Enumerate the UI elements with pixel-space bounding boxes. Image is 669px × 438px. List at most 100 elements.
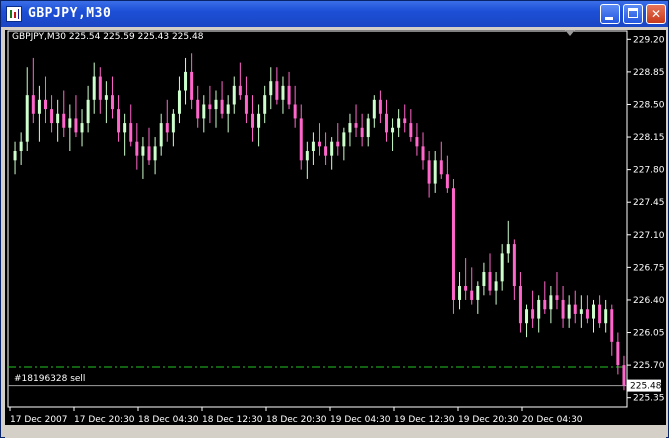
x-tick-label: 19 Dec 04:30 bbox=[330, 415, 391, 425]
icon-bar-red bbox=[14, 12, 16, 18]
candle-body bbox=[470, 290, 474, 300]
candle-body bbox=[330, 141, 334, 156]
order-label: #18196328 sell bbox=[14, 374, 86, 384]
candle-body bbox=[415, 137, 419, 147]
candle-body bbox=[616, 341, 620, 366]
chart-window: GBPJPY,M30 ✕ 229.20 228.85 228.50 228.15 227… bbox=[0, 0, 669, 438]
candle-body bbox=[177, 90, 181, 114]
candle-body bbox=[573, 304, 577, 314]
candle-body bbox=[311, 141, 315, 152]
candle-body bbox=[275, 81, 279, 100]
y-tick-label: 226.40 bbox=[633, 296, 665, 306]
maximize-button[interactable] bbox=[623, 4, 643, 24]
candle-body bbox=[366, 118, 370, 138]
candle-body bbox=[226, 104, 230, 114]
x-tick-label: 19 Dec 12:30 bbox=[394, 415, 455, 425]
candle-body bbox=[74, 118, 78, 133]
y-tick-label: 228.15 bbox=[633, 133, 665, 143]
candle-body bbox=[263, 95, 267, 114]
candle-body bbox=[165, 123, 169, 133]
close-icon: ✕ bbox=[650, 7, 662, 21]
candle-body bbox=[123, 123, 127, 133]
candle-body bbox=[537, 299, 541, 319]
candle-body bbox=[104, 95, 108, 100]
candle-body bbox=[354, 123, 358, 128]
maximize-icon bbox=[628, 8, 638, 18]
candle-body bbox=[506, 244, 510, 254]
candle-body bbox=[184, 71, 188, 91]
y-tick-label: 228.50 bbox=[633, 100, 665, 110]
candle-body bbox=[439, 160, 443, 175]
candle-body bbox=[342, 132, 346, 147]
y-tick-label: 227.80 bbox=[633, 166, 665, 176]
candle-body bbox=[433, 160, 437, 184]
candle-body bbox=[622, 365, 626, 386]
candle-body bbox=[305, 151, 309, 161]
x-tick-label: 18 Dec 04:30 bbox=[138, 415, 199, 425]
chart-shift-marker bbox=[565, 30, 575, 36]
candle-body bbox=[476, 285, 480, 300]
candle-body bbox=[37, 99, 41, 114]
candle-body bbox=[451, 188, 455, 300]
title-bar[interactable]: GBPJPY,M30 ✕ bbox=[1, 1, 668, 27]
chart-bottom-strip bbox=[5, 425, 666, 438]
candle-body bbox=[525, 309, 529, 324]
candle-body bbox=[208, 104, 212, 110]
candle-body bbox=[360, 127, 364, 138]
candle-body bbox=[403, 118, 407, 124]
candle-body bbox=[421, 146, 425, 161]
y-tick-label: 227.10 bbox=[633, 231, 665, 241]
candle-body bbox=[190, 71, 194, 100]
candle-body bbox=[336, 141, 340, 147]
candle-body bbox=[86, 99, 90, 124]
candle-body bbox=[610, 309, 614, 342]
candle-body bbox=[251, 113, 255, 128]
candle-body bbox=[202, 104, 206, 119]
candle-body bbox=[92, 76, 96, 100]
candle-body bbox=[579, 309, 583, 314]
candlestick-chart[interactable]: 229.20 228.85 228.50 228.15 227.80 227.45 227.… bbox=[5, 30, 666, 425]
chart-window-icon[interactable] bbox=[6, 6, 22, 22]
candle-body bbox=[129, 123, 133, 142]
y-tick-label: 226.75 bbox=[633, 263, 665, 273]
candle-body bbox=[409, 123, 413, 138]
candle-body bbox=[269, 81, 273, 96]
candle-body bbox=[56, 113, 60, 124]
candle-body bbox=[153, 146, 157, 161]
x-tick-label: 19 Dec 20:30 bbox=[458, 415, 519, 425]
candle-body bbox=[555, 295, 559, 300]
candle-body bbox=[464, 285, 468, 291]
minimize-button[interactable] bbox=[600, 4, 620, 24]
y-tick-label: 225.70 bbox=[633, 361, 665, 371]
x-tick-label: 20 Dec 04:30 bbox=[522, 415, 583, 425]
candle-body bbox=[299, 118, 303, 161]
close-button[interactable]: ✕ bbox=[646, 4, 666, 24]
candle-body bbox=[488, 272, 492, 291]
candle-body bbox=[220, 99, 224, 114]
candle-body bbox=[238, 85, 242, 96]
x-tick-label: 18 Dec 20:30 bbox=[266, 415, 327, 425]
candle-body bbox=[378, 99, 382, 114]
candle-body bbox=[427, 160, 431, 184]
candle-body bbox=[397, 118, 401, 128]
candle-body bbox=[147, 146, 151, 161]
candle-body bbox=[13, 151, 17, 161]
candle-body bbox=[43, 99, 47, 110]
window-title: GBPJPY,M30 bbox=[28, 6, 112, 21]
x-tick-label: 18 Dec 12:30 bbox=[202, 415, 263, 425]
candle-body bbox=[567, 304, 571, 319]
y-tick-label: 228.85 bbox=[633, 68, 665, 78]
candle-body bbox=[293, 104, 297, 119]
candle-body bbox=[458, 285, 462, 300]
candle-body bbox=[324, 146, 328, 156]
price-chart[interactable]: 229.20 228.85 228.50 228.15 227.80 227.45 227.… bbox=[5, 30, 666, 425]
candle-body bbox=[543, 299, 547, 310]
candle-body bbox=[62, 113, 66, 128]
candle-body bbox=[585, 309, 589, 319]
candle-body bbox=[196, 99, 200, 119]
candle-body bbox=[98, 76, 102, 100]
candle-body bbox=[135, 141, 139, 156]
candle-body bbox=[171, 113, 175, 133]
candle-body bbox=[159, 123, 163, 147]
candle-body bbox=[391, 127, 395, 133]
